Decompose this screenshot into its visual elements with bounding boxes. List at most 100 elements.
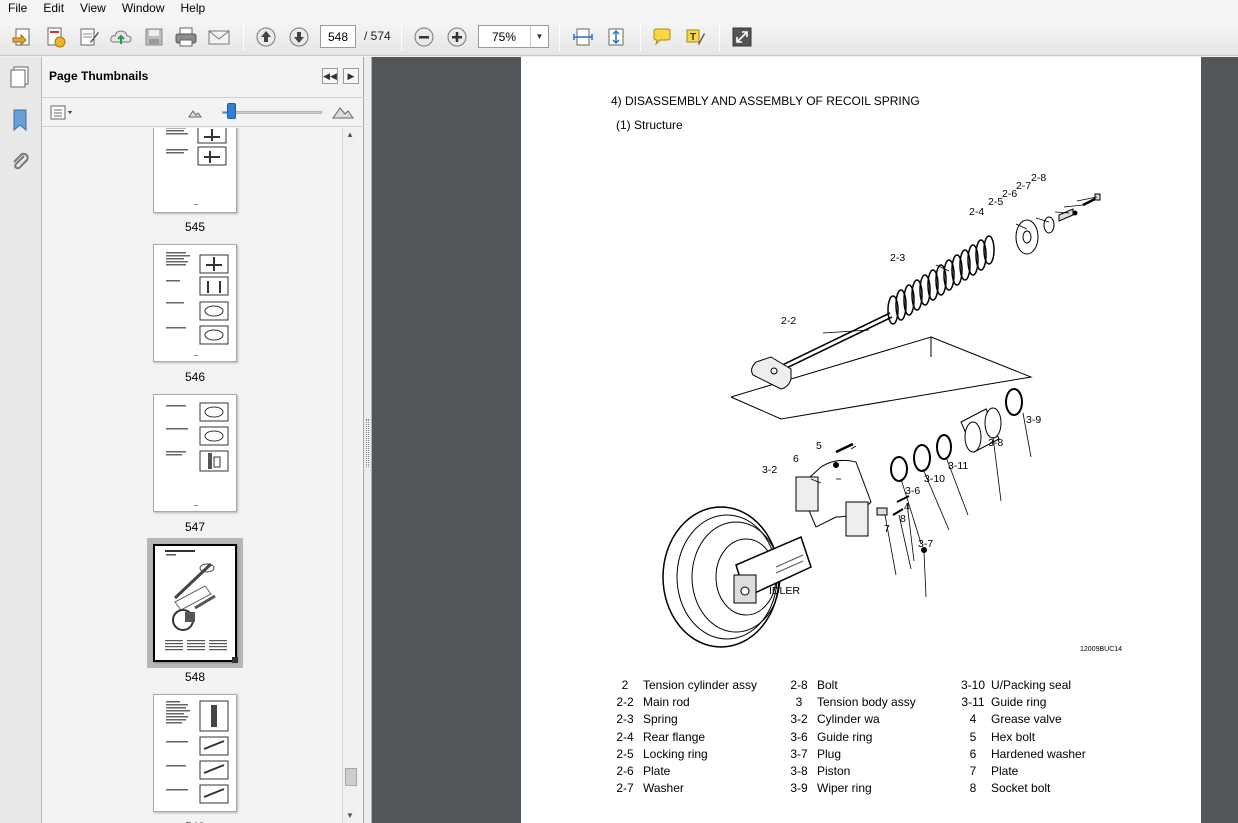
part-number: 8 — [969, 781, 977, 796]
thumbnail-label: 548 — [184, 670, 206, 684]
highlight-text-icon[interactable]: T — [682, 24, 708, 50]
part-name: U/Packing seal — [991, 678, 1072, 692]
parts-row: 2 Tension cylinder assy — [611, 678, 757, 695]
print-icon[interactable] — [173, 24, 199, 50]
part-number: 2-8 — [790, 678, 808, 692]
panel-splitter[interactable] — [364, 57, 372, 823]
part-number: 3 — [795, 695, 803, 710]
part-name: Spring — [643, 712, 678, 727]
callout: 7 — [884, 523, 890, 535]
menu-bar: File Edit View Window Help — [0, 0, 1238, 17]
attachments-icon[interactable] — [7, 149, 33, 175]
thumbnail-large-icon[interactable] — [332, 104, 354, 123]
resize-handle[interactable] — [232, 657, 238, 663]
zoom-out-icon[interactable] — [411, 24, 437, 50]
save-icon[interactable] — [141, 24, 167, 50]
part-number: 6 — [969, 746, 977, 761]
comment-icon[interactable] — [649, 24, 675, 50]
part-name: Locking ring — [643, 746, 708, 761]
figure-code: 12009BUC14 — [1080, 646, 1123, 653]
chevron-down-icon[interactable]: ▼ — [530, 26, 548, 47]
fit-page-icon[interactable] — [570, 24, 596, 50]
menu-edit[interactable]: Edit — [35, 0, 72, 17]
panel-header: Page Thumbnails ◀◀ ▶ — [42, 57, 364, 98]
toolbar-separator — [640, 23, 641, 51]
fit-width-icon[interactable] — [603, 24, 629, 50]
toolbar-separator — [243, 23, 244, 51]
open-file-icon[interactable] — [9, 24, 35, 50]
create-pdf-icon[interactable] — [42, 24, 68, 50]
parts-row: 2-6 Plate — [611, 764, 757, 781]
callout: 6 — [793, 453, 799, 465]
edit-document-icon[interactable] — [76, 24, 102, 50]
page-number-input[interactable] — [320, 25, 356, 48]
parts-row: 4 Grease valve — [959, 712, 1086, 729]
panel-title: Page Thumbnails — [49, 69, 149, 83]
svg-text:T: T — [690, 32, 696, 43]
thumbnail-options-icon[interactable] — [50, 104, 74, 122]
next-page-icon[interactable] — [286, 24, 312, 50]
zoom-select[interactable]: 75% ▼ — [478, 25, 549, 48]
thumbnail-small-icon[interactable] — [188, 107, 202, 122]
part-name: Plug — [817, 746, 842, 761]
scroll-down-icon[interactable]: ▼ — [346, 811, 354, 820]
thumbnail-page[interactable] — [153, 694, 237, 812]
section-subheading: (1) Structure — [616, 118, 683, 132]
thumbnail-size-slider[interactable] — [222, 111, 322, 114]
part-number: 2-5 — [616, 746, 634, 761]
part-number: 3-8 — [790, 763, 808, 778]
thumbnail-page[interactable] — [153, 244, 237, 362]
parts-row: 3-2 Cylinder wa — [785, 712, 916, 729]
parts-row: 2-3 Spring — [611, 712, 757, 729]
zoom-in-icon[interactable] — [444, 24, 470, 50]
parts-row: 2-8 Bolt — [785, 678, 916, 695]
thumbnail-page[interactable] — [153, 128, 237, 213]
thumbnail-panel: Page Thumbnails ◀◀ ▶ 545 546 547 548 ▲ ▼ — [42, 57, 364, 823]
parts-row: 2-4 Rear flange — [611, 730, 757, 747]
expand-icon[interactable] — [729, 24, 755, 50]
thumbnail-page[interactable] — [153, 394, 237, 512]
callout: 8 — [900, 513, 906, 525]
thumbnail-label: 547 — [184, 520, 206, 534]
callout: 2-3 — [890, 252, 906, 264]
parts-row: 7 Plate — [959, 764, 1086, 781]
email-icon[interactable] — [206, 24, 232, 50]
slider-thumb[interactable] — [227, 103, 236, 119]
part-name: Piston — [817, 763, 851, 778]
bookmarks-icon[interactable] — [7, 107, 33, 133]
panel-options-icon[interactable]: ▶ — [343, 68, 359, 84]
part-number: 4 — [969, 712, 977, 727]
parts-column: 3-10 U/Packing seal 3-11 Guide ring 4 Greas… — [959, 678, 1086, 798]
toolbar-separator — [559, 23, 560, 51]
parts-column: 2 Tension cylinder assy 2-2 Main rod 2-3 Sp… — [611, 678, 757, 798]
thumbnail-list[interactable]: 545 546 547 548 — [48, 128, 344, 823]
parts-row: 8 Socket bolt — [959, 781, 1086, 798]
parts-row: 3-7 Plug — [785, 747, 916, 764]
menu-window[interactable]: Window — [114, 0, 173, 17]
page-thumbnails-icon[interactable] — [7, 63, 33, 89]
collapse-panel-icon[interactable]: ◀◀ — [322, 68, 338, 84]
thumbnail-page-selected[interactable] — [153, 544, 238, 663]
menu-file[interactable]: File — [0, 0, 35, 17]
recoil-spring-exploded-diagram — [662, 193, 1101, 648]
previous-page-icon[interactable] — [253, 24, 279, 50]
part-name: Rear flange — [643, 729, 706, 744]
thumbnail-scrollbar[interactable]: ▲ ▼ — [342, 128, 359, 823]
part-number: 3-2 — [790, 712, 808, 727]
parts-column: 2-8 Bolt 3 Tension body assy 3-2 Cylinder w… — [785, 678, 916, 798]
scroll-up-icon[interactable]: ▲ — [346, 130, 354, 139]
part-number: 3-6 — [790, 729, 808, 744]
menu-help[interactable]: Help — [173, 0, 214, 17]
upload-cloud-icon[interactable] — [108, 24, 134, 50]
part-name: Grease valve — [991, 712, 1062, 727]
part-number: 3-7 — [790, 746, 808, 761]
scrollbar-thumb[interactable] — [345, 768, 357, 786]
zoom-value: 75% — [492, 30, 517, 44]
page-total: / 574 — [364, 29, 391, 43]
parts-row: 3-8 Piston — [785, 764, 916, 781]
part-number: 3-9 — [790, 781, 808, 796]
splitter-grip[interactable] — [366, 419, 369, 467]
document-view[interactable]: 4) DISASSEMBLY AND ASSEMBLY OF RECOIL SP… — [372, 57, 1238, 823]
menu-view[interactable]: View — [72, 0, 114, 17]
part-name: Wiper ring — [817, 781, 872, 796]
